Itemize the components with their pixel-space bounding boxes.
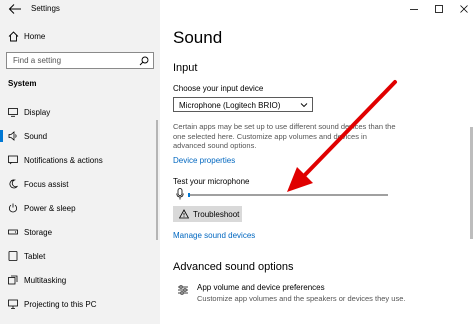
sidebar-item-label: Storage: [24, 228, 53, 237]
close-icon[interactable]: [457, 3, 471, 15]
microphone-level-fill: [188, 193, 190, 197]
sidebar-item-notifications[interactable]: Notifications & actions: [0, 149, 160, 171]
search-icon[interactable]: [139, 56, 149, 66]
power-icon: [8, 203, 18, 213]
minimize-icon[interactable]: [407, 3, 421, 15]
search-placeholder: Find a setting: [13, 56, 62, 65]
window-title: Settings: [31, 4, 60, 13]
choose-device-label: Choose your input device: [173, 84, 264, 93]
tablet-icon: [8, 251, 18, 261]
sidebar-scrollbar[interactable]: [156, 120, 158, 240]
chevron-down-icon: [300, 103, 308, 108]
sidebar-item-power-sleep[interactable]: Power & sleep: [0, 197, 160, 219]
troubleshoot-label: Troubleshoot: [193, 210, 240, 219]
app-volume-link[interactable]: App volume and device preferences: [197, 283, 325, 292]
active-indicator: [0, 130, 3, 142]
search-input[interactable]: Find a setting: [6, 52, 154, 69]
main-content: Sound Input Choose your input device Mic…: [160, 0, 474, 324]
sidebar-item-sound[interactable]: Sound: [0, 125, 160, 147]
projecting-icon: [8, 299, 18, 309]
input-description: Certain apps may be set up to use differ…: [173, 122, 396, 150]
sidebar: Settings Home Find a setting System Disp…: [0, 0, 160, 324]
multitasking-icon: [8, 275, 18, 285]
moon-icon: [9, 179, 18, 189]
sidebar-item-tablet[interactable]: Tablet: [0, 245, 160, 267]
warning-icon: [179, 209, 189, 219]
sidebar-item-projecting[interactable]: Projecting to this PC: [0, 293, 160, 315]
home-nav-item[interactable]: Home: [6, 29, 154, 45]
sidebar-item-label: Tablet: [24, 252, 46, 261]
sidebar-item-label: Multitasking: [24, 276, 67, 285]
app-volume-description: Customize app volumes and the speakers o…: [197, 294, 406, 303]
display-icon: [8, 108, 18, 117]
storage-icon: [8, 229, 18, 235]
home-label: Home: [24, 32, 46, 41]
speaker-icon: [8, 131, 17, 141]
sidebar-item-focus-assist[interactable]: Focus assist: [0, 173, 160, 195]
sidebar-item-label: Notifications & actions: [24, 156, 103, 165]
microphone-icon: [176, 188, 184, 200]
troubleshoot-button[interactable]: Troubleshoot: [173, 206, 242, 222]
input-device-dropdown[interactable]: Microphone (Logitech BRIO): [173, 97, 313, 112]
test-microphone-label: Test your microphone: [173, 177, 250, 186]
sidebar-item-label: Projecting to this PC: [24, 300, 97, 309]
sidebar-section-label: System: [8, 79, 37, 88]
maximize-icon[interactable]: [432, 3, 446, 15]
notifications-icon: [8, 155, 18, 165]
sliders-icon: [178, 285, 188, 295]
sidebar-item-storage[interactable]: Storage: [0, 221, 160, 243]
sidebar-item-label: Display: [24, 108, 51, 117]
input-heading: Input: [173, 62, 198, 74]
page-title: Sound: [173, 28, 223, 47]
main-scrollbar[interactable]: [470, 127, 473, 239]
device-properties-link[interactable]: Device properties: [173, 156, 235, 165]
sidebar-item-label: Sound: [24, 132, 48, 141]
sidebar-item-label: Power & sleep: [24, 204, 76, 213]
advanced-sound-heading: Advanced sound options: [173, 261, 294, 273]
back-arrow-icon[interactable]: [8, 3, 22, 15]
home-icon: [8, 31, 19, 42]
title-bar: Settings: [0, 0, 160, 18]
selected-device: Microphone (Logitech BRIO): [179, 100, 281, 110]
sidebar-item-label: Focus assist: [24, 180, 69, 189]
sidebar-item-display[interactable]: Display: [0, 101, 160, 123]
microphone-level-bar: [188, 193, 388, 197]
manage-sound-devices-link[interactable]: Manage sound devices: [173, 231, 255, 240]
sidebar-item-multitasking[interactable]: Multitasking: [0, 269, 160, 291]
